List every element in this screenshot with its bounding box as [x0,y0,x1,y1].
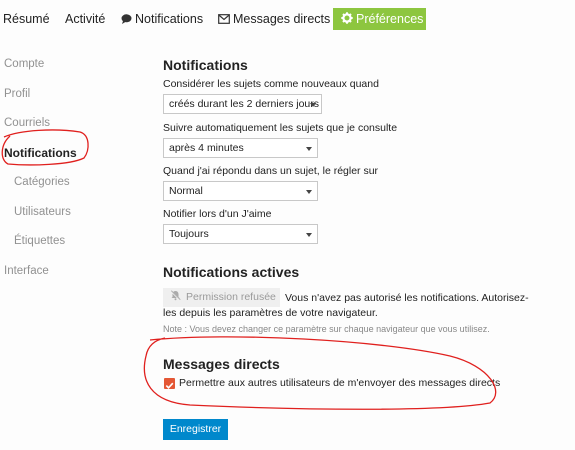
allow-dm-label[interactable]: Permettre aux autres utilisateurs de m'e… [179,377,500,389]
sidebar-item-utilisateurs[interactable]: Utilisateurs [14,206,71,218]
permission-text: Vous n'avez pas autorisé les notificatio… [285,292,529,304]
save-button[interactable]: Enregistrer [163,419,228,440]
bell-slash-icon [170,290,181,301]
replied-value: Normal [169,185,203,197]
auto-track-label: Suivre automatiquement les sujets que je… [163,122,398,134]
like-label: Notifier lors d'un J'aime [163,208,272,220]
sidebar-item-categories[interactable]: Catégories [14,176,70,188]
new-topics-value: créés durant les 2 derniers jours [169,98,319,110]
sidebar-item-profil[interactable]: Profil [4,88,30,100]
sidebar-item-compte[interactable]: Compte [4,58,44,70]
annotation-circle-dm [143,336,497,410]
comment-icon [121,14,132,24]
chevron-down-icon [310,103,316,107]
sidebar-item-interface[interactable]: Interface [4,265,49,277]
preferences-page: Résumé Activité Notifications Messages d… [0,0,575,450]
chevron-down-icon [306,233,312,237]
allow-dm-checkbox[interactable] [164,378,175,389]
active-notifications-title: Notifications actives [163,264,300,280]
replied-label: Quand j'ai répondu dans un sujet, le rég… [163,165,379,177]
nav-resume[interactable]: Résumé [3,11,50,27]
envelope-icon [218,14,230,24]
permission-denied-button: Permission refusée [163,288,280,307]
nav-notifications[interactable]: Notifications [121,11,203,27]
new-topics-label: Considérer les sujets comme nouveaux qua… [163,78,379,90]
nav-activite[interactable]: Activité [65,11,105,27]
browser-note: Note : Vous devez changer ce paramètre s… [163,324,490,334]
nav-messages[interactable]: Messages directs [218,11,330,27]
sidebar-item-etiquettes[interactable]: Étiquettes [14,235,65,247]
like-value: Toujours [169,228,209,240]
like-select[interactable]: Toujours [163,224,318,244]
new-topics-select[interactable]: créés durant les 2 derniers jours [163,94,322,114]
chevron-down-icon [306,147,312,151]
auto-track-select[interactable]: après 4 minutes [163,138,318,158]
auto-track-value: après 4 minutes [169,142,244,154]
top-nav: Résumé Activité Notifications Messages d… [0,8,575,30]
nav-preferences[interactable]: Préférences [333,8,426,30]
nav-messages-label: Messages directs [233,12,331,26]
replied-select[interactable]: Normal [163,181,318,201]
permission-denied-label: Permission refusée [186,291,276,303]
checkmark-icon [165,382,174,389]
nav-notifications-label: Notifications [135,12,204,26]
notifications-title: Notifications [163,57,248,73]
nav-preferences-label: Préférences [356,12,424,26]
sidebar-item-notifications[interactable]: Notifications [4,146,77,160]
direct-messages-title: Messages directs [163,356,280,372]
permission-text-continued: les depuis les paramètres de votre navig… [163,307,378,319]
gear-icon [341,12,353,24]
sidebar-item-courriels[interactable]: Courriels [4,117,50,129]
chevron-down-icon [306,190,312,194]
